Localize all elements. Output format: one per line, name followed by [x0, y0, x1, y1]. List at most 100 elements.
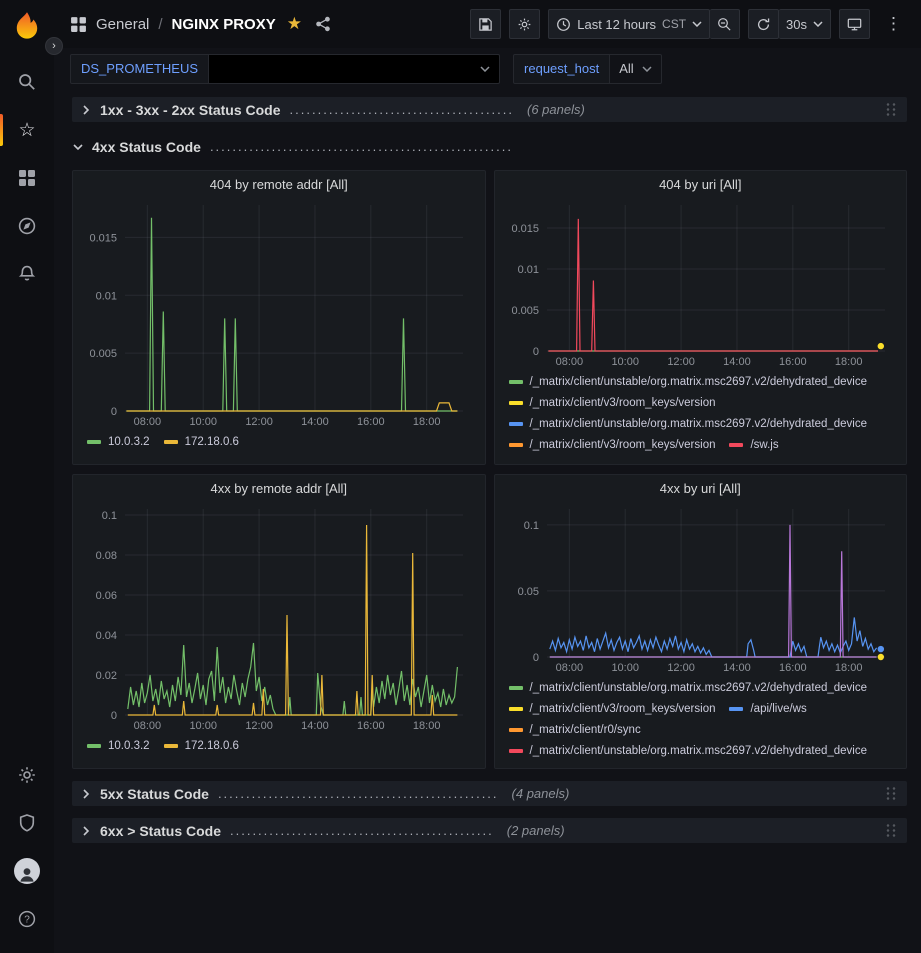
chevron-right-icon [81, 826, 91, 836]
sidebar-item-alerting[interactable] [0, 250, 54, 298]
svg-text:?: ? [24, 915, 30, 926]
apps-grid-icon[interactable] [70, 16, 87, 33]
sidebar-item-help[interactable]: ? [0, 895, 54, 943]
panel: 4xx by remote addr [All]00.020.040.060.0… [72, 474, 486, 769]
row-5xx[interactable]: 5xx Status Code ........................… [72, 781, 907, 806]
panel-legend: /_matrix/client/unstable/org.matrix.msc2… [503, 676, 899, 764]
time-range-button[interactable]: Last 12 hours CST [548, 9, 710, 39]
refresh-button[interactable] [748, 9, 779, 39]
svg-text:12:00: 12:00 [245, 416, 273, 428]
legend-label: /_matrix/client/v3/room_keys/version [530, 439, 716, 451]
share-icon[interactable] [315, 16, 331, 32]
sidebar-expand-icon[interactable]: › [45, 37, 63, 55]
legend-item[interactable]: /_matrix/client/unstable/org.matrix.msc2… [509, 680, 868, 695]
legend-item[interactable]: /_matrix/client/v3/room_keys/version [509, 395, 716, 410]
svg-text:0: 0 [111, 710, 117, 722]
zoom-out-button[interactable] [710, 9, 740, 39]
panel-title[interactable]: 4xx by uri [All] [503, 475, 899, 502]
legend-swatch-icon [164, 744, 178, 748]
row-drag-handle[interactable] [885, 102, 897, 118]
legend-item[interactable]: 10.0.3.2 [87, 434, 150, 449]
row-panel-count: (4 panels) [512, 786, 570, 801]
legend-item[interactable]: /_matrix/client/unstable/org.matrix.msc2… [509, 743, 868, 758]
dashboard-settings-gear-icon [517, 17, 532, 32]
sidebar-item-starred[interactable]: ☆ [0, 106, 54, 154]
legend-item[interactable]: /_matrix/client/v3/room_keys/version [509, 437, 716, 452]
panel-title[interactable]: 4xx by remote addr [All] [81, 475, 477, 502]
panel-title[interactable]: 404 by uri [All] [503, 171, 899, 198]
legend-item[interactable]: 172.18.0.6 [164, 738, 239, 753]
svg-text:16:00: 16:00 [779, 662, 807, 674]
svg-text:18:00: 18:00 [413, 720, 441, 732]
legend-item[interactable]: /_matrix/client/r0/sync [509, 722, 641, 737]
legend-item[interactable]: /_matrix/client/unstable/org.matrix.msc2… [509, 416, 868, 431]
time-series-chart[interactable]: 00.020.040.060.080.108:0010:0012:0014:00… [81, 502, 477, 734]
sidebar-item-search[interactable] [0, 58, 54, 106]
variable-value-request-host[interactable]: All [610, 54, 661, 84]
sidebar-item-server-admin[interactable] [0, 799, 54, 847]
variable-value-ds-prometheus[interactable] [209, 54, 500, 84]
cycle-view-button[interactable] [839, 9, 870, 39]
time-series-chart[interactable]: 00.0050.010.01508:0010:0012:0014:0016:00… [503, 198, 899, 370]
row-6xx[interactable]: 6xx > Status Code ......................… [72, 818, 907, 843]
svg-text:0.005: 0.005 [511, 305, 539, 317]
refresh-interval-dropdown[interactable]: 30s [779, 9, 831, 39]
time-range-label: Last 12 hours [577, 17, 656, 32]
svg-text:0.005: 0.005 [89, 348, 117, 360]
chevron-down-icon [692, 21, 702, 27]
kebab-menu-button[interactable]: ⋮ [878, 9, 909, 39]
time-series-chart[interactable]: 00.050.108:0010:0012:0014:0016:0018:00 [503, 502, 899, 676]
legend-swatch-icon [87, 440, 101, 444]
legend-label: /sw.js [750, 439, 778, 451]
svg-text:10:00: 10:00 [189, 416, 217, 428]
legend-item[interactable]: /_matrix/client/v3/room_keys/version [509, 701, 716, 716]
sidebar-item-configuration[interactable] [0, 751, 54, 799]
svg-text:12:00: 12:00 [667, 356, 695, 368]
svg-text:18:00: 18:00 [834, 356, 862, 368]
legend-label: 10.0.3.2 [108, 740, 150, 752]
svg-text:08:00: 08:00 [555, 356, 583, 368]
breadcrumb-section[interactable]: General [96, 16, 149, 33]
sidebar-item-profile[interactable] [0, 847, 54, 895]
legend-item[interactable]: /sw.js [729, 437, 778, 452]
row-1xx-3xx-2xx[interactable]: 1xx - 3xx - 2xx Status Code ............… [72, 97, 907, 122]
save-dashboard-button[interactable] [470, 9, 501, 39]
legend-item[interactable]: /api/live/ws [729, 701, 806, 716]
panel: 4xx by uri [All]00.050.108:0010:0012:001… [494, 474, 908, 769]
svg-text:18:00: 18:00 [834, 662, 862, 674]
legend-swatch-icon [509, 401, 523, 405]
svg-text:14:00: 14:00 [723, 662, 751, 674]
legend-swatch-icon [509, 749, 523, 753]
legend-item[interactable]: 10.0.3.2 [87, 738, 150, 753]
svg-text:08:00: 08:00 [134, 720, 162, 732]
panel-legend: 10.0.3.2 172.18.0.6 [81, 430, 477, 460]
row-4xx-header[interactable]: 4xx Status Code ........................… [73, 134, 907, 159]
legend-label: /_matrix/client/unstable/org.matrix.msc2… [530, 376, 868, 388]
dashboard-settings-button[interactable] [509, 9, 540, 39]
chevron-down-icon [813, 21, 823, 27]
breadcrumb: General / NGINX PROXY ★ [70, 14, 462, 34]
row-drag-handle[interactable] [885, 823, 897, 839]
svg-text:0.08: 0.08 [96, 550, 117, 562]
chevron-right-icon [81, 105, 91, 115]
kebab-menu-icon: ⋮ [885, 14, 902, 34]
legend-item[interactable]: 172.18.0.6 [164, 434, 239, 449]
row-drag-handle[interactable] [885, 786, 897, 802]
svg-text:12:00: 12:00 [245, 720, 273, 732]
variable-label-request-host[interactable]: request_host [513, 54, 610, 84]
sidebar-item-dashboards[interactable] [0, 154, 54, 202]
server-admin-shield-icon [17, 813, 37, 833]
favorite-star-icon[interactable]: ★ [287, 14, 302, 34]
panel: 404 by uri [All]00.0050.010.01508:0010:0… [494, 170, 908, 465]
legend-item[interactable]: /_matrix/client/unstable/org.matrix.msc2… [509, 374, 868, 389]
sidebar-item-explore[interactable] [0, 202, 54, 250]
panel-grid: 404 by remote addr [All] 00.0050.010.0150… [72, 170, 907, 769]
sidebar: › ☆ [0, 0, 54, 953]
legend-swatch-icon [509, 443, 523, 447]
time-series-chart[interactable]: 00.0050.010.01508:0010:0012:0014:0016:00… [81, 198, 477, 430]
legend-swatch-icon [509, 707, 523, 711]
grafana-logo-icon[interactable] [10, 10, 44, 44]
panel-legend: 10.0.3.2 172.18.0.6 [81, 734, 477, 764]
variable-label-ds-prometheus[interactable]: DS_PROMETHEUS [70, 54, 209, 84]
panel-title[interactable]: 404 by remote addr [All] [81, 171, 477, 198]
